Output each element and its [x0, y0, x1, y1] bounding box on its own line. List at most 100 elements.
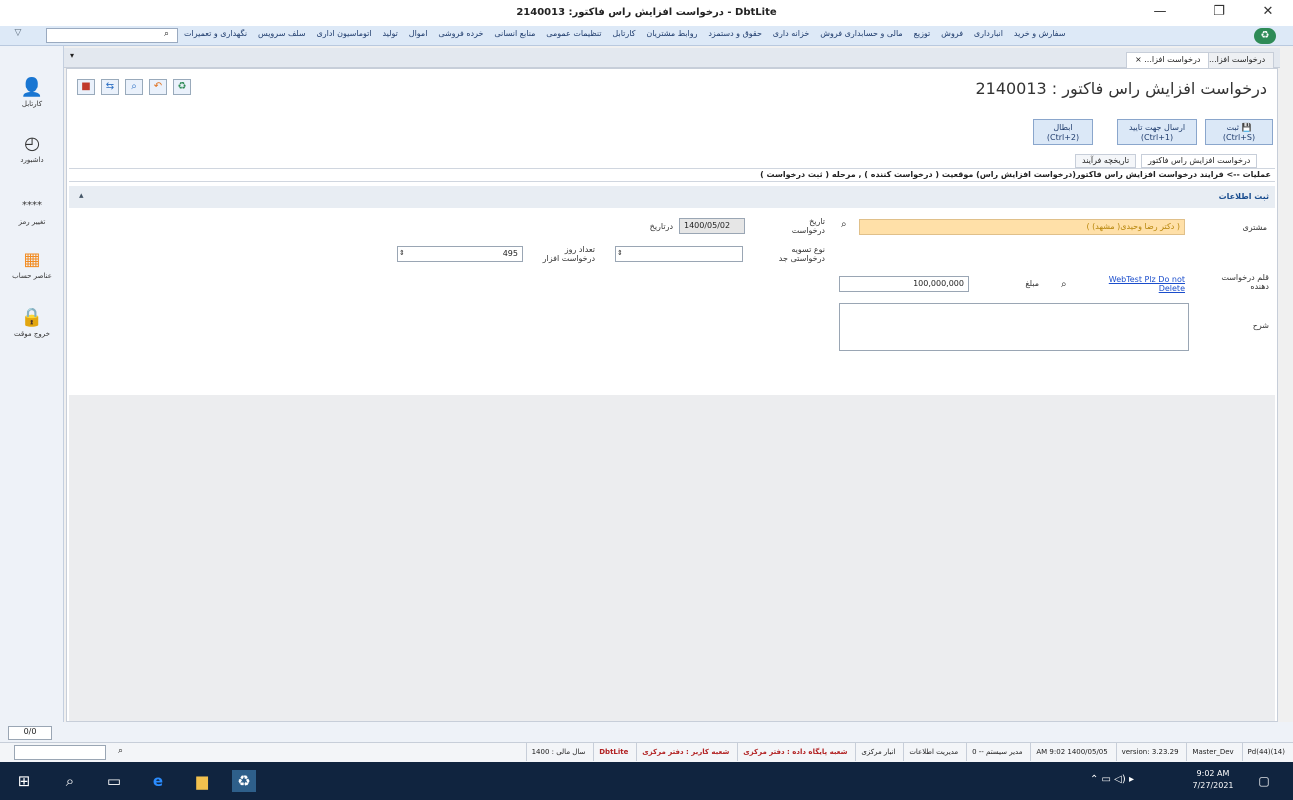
clock-date: 7/27/2021	[1192, 781, 1234, 790]
menu-item[interactable]: خرده فروشی	[438, 29, 483, 38]
os-taskbar: ⊞ ⌕ ▭ e ▆ ♻ ⌃ ▭ ◁) ▸ 9:02 AM 7/27/2021 ▢	[0, 762, 1293, 800]
menu-item[interactable]: فروش	[941, 29, 963, 38]
amount-label: مبلغ	[1025, 279, 1039, 288]
document-tabs: ▾ درخواست افزا... درخواست افزا... ×	[64, 48, 1280, 68]
sidebar-item-password[interactable]: **** تغییر رمز	[4, 196, 60, 226]
status-segments: (14)(44)Pd Master_Dev version: 3.23.29 A…	[140, 743, 1290, 762]
dbtlite-app-icon[interactable]: ♻	[232, 770, 256, 792]
status-segment: version: 3.23.29	[1115, 743, 1184, 761]
menu-item[interactable]: مالی و حسابداری فروش	[820, 29, 902, 38]
refresh-icon[interactable]: ⇆	[101, 79, 119, 95]
task-view-icon[interactable]: ▭	[102, 770, 126, 792]
menu-item[interactable]: نگهداری و تعمیرات	[184, 29, 247, 38]
days-label: تعداد روز درخواست افزار	[542, 245, 595, 263]
search-input[interactable]	[46, 28, 178, 43]
search-icon[interactable]: ⌕	[1061, 279, 1067, 290]
search-icon[interactable]: ⌕	[164, 29, 169, 39]
password-icon: ****	[22, 200, 42, 211]
chevron-down-icon[interactable]: ▾	[70, 51, 74, 60]
menu-item[interactable]: کارتابل	[612, 29, 635, 38]
spinner-icon[interactable]: ⇕	[617, 249, 623, 257]
days-field[interactable]: 495	[397, 246, 523, 262]
status-segment: DbtLite	[593, 743, 633, 761]
search-icon[interactable]: ⌕	[118, 746, 123, 756]
tab-increase-request[interactable]: درخواست افزایش راس فاکتور	[1141, 154, 1258, 168]
search-icon[interactable]: ⌕	[841, 219, 847, 230]
status-segment[interactable]: مدیریت اطلاعات	[903, 743, 963, 761]
system-clock[interactable]: 9:02 AM 7/27/2021	[1186, 768, 1240, 792]
undo-icon[interactable]: ↶	[149, 79, 167, 95]
sidebar-item-cartable[interactable]: 👤 کارتابل	[4, 77, 60, 109]
request-date-label: تاریخ درخواست	[791, 217, 825, 235]
status-segment: (14)(44)Pd	[1241, 743, 1290, 761]
menu-item[interactable]: خزانه داری	[773, 29, 810, 38]
sidebar-item-dashboard[interactable]: ◴ داشبورد	[4, 133, 60, 165]
section-title: ثبت اطلاعات	[1218, 192, 1269, 201]
main-content: ■ ⇆ ⌕ ↶ ♻ درخواست افزایش راس فاکتور : 21…	[66, 68, 1278, 722]
file-explorer-icon[interactable]: ▆	[190, 770, 214, 792]
page-title: درخواست افزایش راس فاکتور : 2140013	[975, 79, 1267, 98]
tab-request-1[interactable]: درخواست افزا...	[1200, 52, 1275, 68]
send-for-approval-button[interactable]: ارسال جهت تایید (Ctrl+1)	[1117, 119, 1197, 145]
lock-icon: 🔒	[20, 307, 44, 328]
request-amount-label: قلم درخواست دهنده	[1221, 273, 1269, 291]
menu-item[interactable]: سلف سرویس	[258, 29, 306, 38]
description-textarea[interactable]	[839, 303, 1189, 351]
customer-field[interactable]: ( دکتر رضا وحیدی( مشهد) )	[859, 219, 1185, 235]
sidebar-item-accounts[interactable]: ▦ عناصر حساب	[4, 250, 60, 281]
tray-icons[interactable]: ⌃ ▭ ◁) ▸	[1090, 774, 1134, 785]
save-icon: 💾	[1241, 123, 1252, 132]
status-bar: ⌕ (14)(44)Pd Master_Dev version: 3.23.29…	[0, 742, 1293, 762]
tab-process-history[interactable]: تاریخچه فرآیند	[1075, 154, 1137, 168]
sidebar-item-label: تغییر رمز	[18, 218, 46, 226]
menu-item[interactable]: توزیع	[914, 29, 931, 38]
menu-item[interactable]: منابع انسانی	[494, 29, 535, 38]
minimize-button[interactable]: —	[1148, 4, 1172, 19]
menubar: ▽ ⌕ سفارش و خرید انبارداری فروش توزیع ما…	[0, 26, 1293, 46]
chevron-up-icon[interactable]: ▴	[79, 191, 84, 201]
dashboard-icon: ◴	[24, 133, 40, 154]
tab-request-2[interactable]: درخواست افزا... ×	[1126, 52, 1210, 68]
menu-item[interactable]: روابط مشتریان	[646, 29, 697, 38]
window-title: 2140013 :درخواست افزایش راس فاکتور - Dbt…	[516, 7, 777, 18]
app-logo-icon: ♻	[1254, 28, 1276, 44]
cancel-button[interactable]: ابطال (Ctrl+2)	[1033, 119, 1093, 145]
sidebar-item-logout[interactable]: 🔒 خروج موقت	[4, 307, 60, 339]
clock-time: 9:02 AM	[1196, 769, 1230, 778]
section-header[interactable]: ثبت اطلاعات ▴	[69, 186, 1275, 208]
save-button[interactable]: 💾 ثبت (Ctrl+S)	[1205, 119, 1273, 145]
menu-item[interactable]: تولید	[382, 29, 397, 38]
status-search-input[interactable]	[14, 745, 106, 760]
menu-item[interactable]: سفارش و خرید	[1014, 29, 1066, 38]
empty-area	[69, 395, 1275, 721]
menu-item[interactable]: اتوماسیون اداری	[316, 29, 371, 38]
status-segment: AM 9:02 1400/05/05	[1030, 743, 1112, 761]
user-icon: 👤	[20, 77, 44, 98]
menu-item[interactable]: انبارداری	[974, 29, 1003, 38]
notification-icon[interactable]: ▢	[1252, 770, 1276, 792]
status-segment: Master_Dev	[1186, 743, 1238, 761]
stop-icon[interactable]: ■	[77, 79, 95, 95]
menu-item[interactable]: تنظیمات عمومی	[546, 29, 601, 38]
search-icon[interactable]: ⌕	[58, 770, 82, 792]
windows-start-icon[interactable]: ⊞	[12, 770, 36, 792]
menu-item[interactable]: حقوق و دستمزد	[708, 29, 762, 38]
close-button[interactable]: ✕	[1256, 4, 1280, 19]
search-icon[interactable]: ⌕	[125, 79, 143, 95]
spinner-icon[interactable]: ⇕	[399, 249, 405, 257]
page-indicator: 0/0	[8, 726, 52, 740]
request-amount-link[interactable]: WebTest Plz Do not Delete	[1089, 275, 1185, 293]
amount-field[interactable]: 100,000,000	[839, 276, 969, 292]
edge-browser-icon[interactable]: e	[146, 770, 170, 792]
chevron-down-icon[interactable]: ▽	[8, 28, 28, 43]
maximize-button[interactable]: ❐	[1207, 4, 1231, 19]
sidebar-item-label: کارتابل	[21, 100, 43, 108]
status-segment: مدیر سیستم -- 0	[966, 743, 1027, 761]
recycle-icon[interactable]: ♻	[173, 79, 191, 95]
credit-type-field[interactable]	[615, 246, 743, 262]
status-segment[interactable]: انبار مرکزی	[855, 743, 900, 761]
credit-type-label: نوع تسویه درخواستی جد	[778, 245, 825, 263]
description-label: شرح	[1252, 321, 1269, 330]
menu-item[interactable]: اموال	[409, 29, 428, 38]
sidebar-item-label: خروج موقت	[14, 330, 50, 338]
